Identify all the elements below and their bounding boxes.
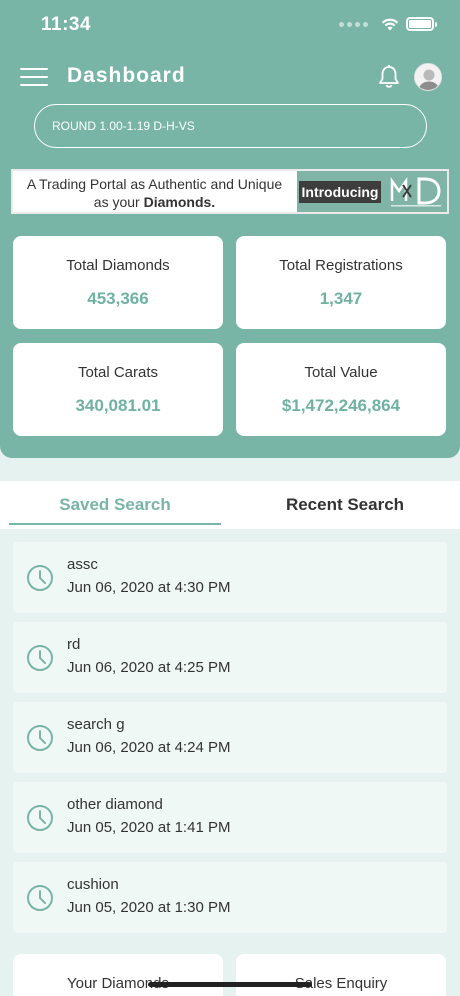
- clock-icon: [27, 565, 53, 591]
- banner-line-2-prefix: as your: [93, 194, 144, 210]
- promo-banner[interactable]: A Trading Portal as Authentic and Unique…: [11, 169, 449, 214]
- banner-brand-panel: Introducing: [297, 171, 447, 212]
- signal-icon: [339, 21, 368, 27]
- search-name: rd: [67, 636, 81, 653]
- total-carats-label: Total Carats: [77, 364, 159, 381]
- banner-introducing-label: Introducing: [299, 181, 381, 203]
- total-carats-value: 340,081.01: [75, 396, 161, 415]
- total-registrations-card[interactable]: Total Registrations 1,347: [236, 236, 446, 329]
- search-date: Jun 06, 2020 at 4:24 PM: [67, 739, 231, 756]
- banner-text: A Trading Portal as Authentic and Unique…: [13, 175, 296, 211]
- search-name: assc: [67, 556, 98, 573]
- list-item[interactable]: rd Jun 06, 2020 at 4:25 PM: [13, 622, 447, 693]
- search-date: Jun 06, 2020 at 4:30 PM: [67, 579, 231, 596]
- avatar[interactable]: [414, 63, 442, 91]
- dashboard-header-panel: 11:34 Dashboard ROUND 1.00-1.19 D-H-VS A…: [0, 0, 460, 458]
- hamburger-icon: [20, 68, 48, 70]
- user-icon: [415, 64, 441, 90]
- search-date: Jun 05, 2020 at 1:41 PM: [67, 819, 231, 836]
- list-item[interactable]: search g Jun 06, 2020 at 4:24 PM: [13, 702, 447, 773]
- search-name: search g: [67, 716, 125, 733]
- sales-enquiry-card[interactable]: Sales Enquiry: [236, 954, 446, 996]
- status-time: 11:34: [41, 14, 92, 35]
- clock-icon: [27, 645, 53, 671]
- status-icons: [339, 16, 437, 32]
- battery-icon: [406, 17, 437, 31]
- banner-line-1: A Trading Portal as Authentic and Unique: [26, 176, 283, 192]
- search-name: cushion: [67, 876, 119, 893]
- total-carats-card[interactable]: Total Carats 340,081.01: [13, 343, 223, 436]
- clock-icon: [27, 725, 53, 751]
- search-filter-pill[interactable]: ROUND 1.00-1.19 D-H-VS: [34, 104, 427, 148]
- home-indicator[interactable]: [148, 982, 312, 987]
- market-logo: [390, 177, 441, 207]
- list-item[interactable]: cushion Jun 05, 2020 at 1:30 PM: [13, 862, 447, 933]
- total-diamonds-value: 453,366: [87, 289, 149, 308]
- search-date: Jun 05, 2020 at 1:30 PM: [67, 899, 231, 916]
- menu-button[interactable]: [20, 66, 48, 88]
- clock-icon: [27, 885, 53, 911]
- search-tabs: Saved Search Recent Search: [0, 481, 460, 529]
- list-item[interactable]: other diamond Jun 05, 2020 at 1:41 PM: [13, 782, 447, 853]
- list-item[interactable]: assc Jun 06, 2020 at 4:30 PM: [13, 542, 447, 613]
- total-diamonds-card[interactable]: Total Diamonds 453,366: [13, 236, 223, 329]
- tab-recent-search[interactable]: Recent Search: [239, 481, 451, 529]
- bell-icon: [379, 65, 399, 88]
- your-diamonds-card[interactable]: Your Diamonds: [13, 954, 223, 996]
- total-value-label: Total Value: [304, 364, 378, 381]
- page-title: Dashboard: [67, 64, 186, 87]
- total-value-value: $1,472,246,864: [281, 396, 401, 415]
- total-registrations-label: Total Registrations: [279, 257, 403, 274]
- search-date: Jun 06, 2020 at 4:25 PM: [67, 659, 231, 676]
- banner-line-2-bold: Diamonds.: [143, 194, 216, 210]
- tab-saved-search[interactable]: Saved Search: [9, 481, 221, 525]
- wifi-icon: [381, 18, 399, 31]
- notifications-button[interactable]: [377, 64, 401, 90]
- status-bar: 11:34: [0, 0, 460, 52]
- total-diamonds-label: Total Diamonds: [66, 257, 170, 274]
- search-name: other diamond: [67, 796, 163, 813]
- total-registrations-value: 1,347: [319, 289, 363, 308]
- total-value-card[interactable]: Total Value $1,472,246,864: [236, 343, 446, 436]
- clock-icon: [27, 805, 53, 831]
